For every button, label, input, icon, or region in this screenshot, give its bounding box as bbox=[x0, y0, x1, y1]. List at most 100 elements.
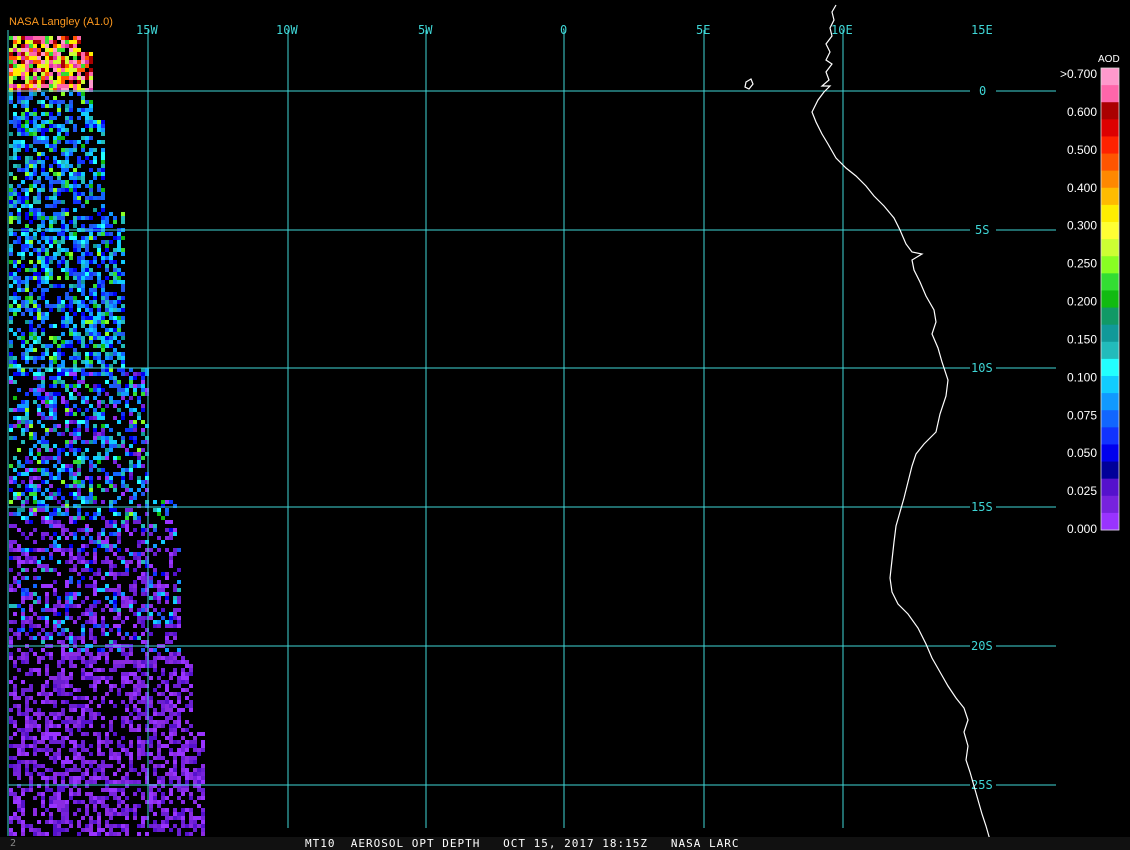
aod-pixel bbox=[25, 300, 29, 304]
aod-pixel bbox=[157, 828, 161, 832]
aod-pixel bbox=[53, 628, 57, 632]
aod-pixel bbox=[153, 648, 157, 652]
aod-pixel bbox=[65, 404, 69, 408]
aod-pixel bbox=[17, 580, 21, 584]
aod-pixel bbox=[89, 124, 93, 128]
aod-pixel bbox=[93, 424, 97, 428]
aod-pixel bbox=[121, 212, 125, 216]
aod-pixel bbox=[81, 816, 85, 820]
longitude-label: 0 bbox=[560, 23, 567, 37]
aod-pixel bbox=[13, 120, 17, 124]
aod-pixel bbox=[49, 80, 53, 84]
aod-pixel bbox=[49, 52, 53, 56]
aod-pixel bbox=[37, 212, 41, 216]
aod-pixel bbox=[25, 104, 29, 108]
aod-pixel bbox=[165, 512, 169, 516]
aod-pixel bbox=[81, 612, 85, 616]
aod-pixel bbox=[73, 396, 77, 400]
aod-pixel bbox=[93, 684, 97, 688]
aod-pixel bbox=[49, 416, 53, 420]
aod-pixel bbox=[185, 776, 189, 780]
aod-pixel bbox=[45, 620, 49, 624]
aod-pixel bbox=[101, 768, 105, 772]
aod-pixel bbox=[125, 616, 129, 620]
aod-pixel bbox=[13, 692, 17, 696]
aod-pixel bbox=[37, 452, 41, 456]
aod-pixel bbox=[73, 708, 77, 712]
aod-pixel bbox=[141, 768, 145, 772]
aod-pixel bbox=[101, 344, 105, 348]
aod-pixel bbox=[181, 668, 185, 672]
aod-pixel bbox=[73, 236, 77, 240]
aod-pixel bbox=[25, 144, 29, 148]
aod-pixel bbox=[81, 772, 85, 776]
aod-pixel bbox=[21, 432, 25, 436]
aod-pixel bbox=[41, 412, 45, 416]
aod-pixel bbox=[69, 548, 73, 552]
aod-pixel bbox=[53, 144, 57, 148]
aod-pixel bbox=[169, 620, 173, 624]
aod-pixel bbox=[105, 732, 109, 736]
aod-pixel bbox=[77, 72, 81, 76]
aod-pixel bbox=[85, 804, 89, 808]
aod-pixel bbox=[69, 308, 73, 312]
aod-pixel bbox=[33, 508, 37, 512]
aod-pixel bbox=[45, 400, 49, 404]
aod-pixel bbox=[13, 60, 17, 64]
aod-pixel bbox=[113, 564, 117, 568]
aod-pixel bbox=[185, 740, 189, 744]
aod-pixel bbox=[53, 48, 57, 52]
aod-pixel bbox=[121, 604, 125, 608]
aod-pixel bbox=[9, 828, 13, 832]
aod-pixel bbox=[137, 728, 141, 732]
aod-pixel bbox=[113, 624, 117, 628]
aod-pixel bbox=[113, 832, 117, 836]
aod-pixel bbox=[89, 308, 93, 312]
aod-pixel bbox=[57, 308, 61, 312]
aod-pixel bbox=[53, 424, 57, 428]
aod-pixel bbox=[21, 196, 25, 200]
aod-pixel bbox=[17, 752, 21, 756]
aod-pixel bbox=[133, 808, 137, 812]
aod-pixel bbox=[65, 316, 69, 320]
aod-pixel bbox=[17, 328, 21, 332]
aod-pixel bbox=[73, 272, 77, 276]
aod-pixel bbox=[81, 240, 85, 244]
aod-pixel bbox=[113, 604, 117, 608]
aod-pixel bbox=[201, 824, 205, 828]
aod-pixel bbox=[73, 352, 77, 356]
aod-pixel bbox=[189, 792, 193, 796]
aod-pixel bbox=[173, 572, 177, 576]
aod-pixel bbox=[53, 56, 57, 60]
aod-pixel bbox=[109, 752, 113, 756]
aod-pixel bbox=[133, 792, 137, 796]
aod-pixel bbox=[85, 620, 89, 624]
aod-pixel bbox=[57, 612, 61, 616]
aod-pixel bbox=[21, 808, 25, 812]
aod-pixel bbox=[85, 544, 89, 548]
aod-pixel bbox=[69, 316, 73, 320]
aod-pixel bbox=[33, 200, 37, 204]
aod-pixel bbox=[61, 528, 65, 532]
aod-pixel bbox=[121, 416, 125, 420]
aod-pixel bbox=[133, 624, 137, 628]
aod-pixel bbox=[17, 484, 21, 488]
aod-pixel bbox=[129, 532, 133, 536]
aod-pixel bbox=[109, 428, 113, 432]
aod-pixel bbox=[89, 272, 93, 276]
aod-pixel bbox=[33, 196, 37, 200]
aod-pixel bbox=[181, 680, 185, 684]
aod-pixel bbox=[49, 224, 53, 228]
aod-pixel bbox=[85, 828, 89, 832]
aod-pixel bbox=[81, 312, 85, 316]
aod-pixel bbox=[177, 740, 181, 744]
aod-pixel bbox=[45, 508, 49, 512]
aod-pixel bbox=[141, 616, 145, 620]
aod-pixel bbox=[9, 360, 13, 364]
aod-pixel bbox=[81, 828, 85, 832]
aod-pixel bbox=[65, 812, 69, 816]
aod-pixel bbox=[69, 476, 73, 480]
aod-pixel bbox=[13, 48, 17, 52]
aod-pixel bbox=[49, 800, 53, 804]
aod-pixel bbox=[129, 604, 133, 608]
